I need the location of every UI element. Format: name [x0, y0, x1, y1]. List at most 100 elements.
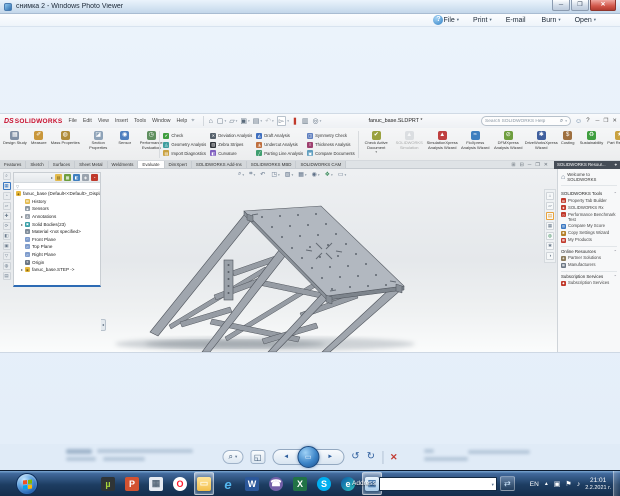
taskbar-app-button[interactable]: O: [170, 472, 190, 495]
user-account-icon[interactable]: ☺: [575, 118, 582, 125]
ribbon-small-button[interactable]: ◮ Undercut Analysis: [256, 141, 303, 148]
search-icon[interactable]: ⌕: [560, 118, 563, 125]
sw-menu-item[interactable]: Help: [177, 118, 188, 124]
ribbon-small-button[interactable]: ╱ Parting Line Analysis: [256, 150, 303, 157]
taskpane-tab-icon[interactable]: ◍: [546, 232, 554, 240]
sw-toolbar-button[interactable]: ◎ ▾: [312, 117, 321, 125]
sw-toolbar-button[interactable]: ▢ ▾: [217, 117, 226, 125]
delete-button[interactable]: ✕: [390, 452, 398, 463]
taskbar-app-button[interactable]: X: [290, 472, 310, 495]
viewer-menu-item[interactable]: Print ▾: [473, 17, 492, 24]
doc-window-control-icon[interactable]: ─: [528, 162, 532, 168]
taskpane-link[interactable]: ◷ Performance Benchmark Test: [561, 212, 617, 222]
ribbon-small-button[interactable]: ◧ Curvature: [210, 150, 252, 157]
chevron-down-icon[interactable]: ▾: [492, 482, 494, 488]
sw-tab[interactable]: Sketch: [26, 161, 49, 168]
next-button[interactable]: ►: [321, 452, 339, 463]
address-input[interactable]: [379, 477, 496, 490]
ribbon-button[interactable]: ◪ Section Properties: [82, 129, 115, 160]
hidden-icons-arrow[interactable]: ▲: [544, 481, 549, 487]
ribbon-button[interactable]: ⊘ DFMXpress Analysis Wizard: [492, 129, 525, 160]
sw-toolbar-button[interactable]: ▣ ▾: [240, 117, 249, 125]
taskpane-link[interactable]: ▤ Property Tab Builder: [561, 198, 617, 203]
ribbon-button[interactable]: ▲ SOLIDWORKS Simulation: [393, 129, 426, 160]
doc-window-control-icon[interactable]: ✕: [544, 162, 548, 168]
start-button[interactable]: [16, 473, 38, 495]
rotate-cw-button[interactable]: ↻: [367, 450, 375, 464]
welcome-link[interactable]: ⌂ Welcome to SOLIDWORKS: [561, 172, 617, 186]
sw-menu-item[interactable]: Window: [152, 118, 170, 124]
clock[interactable]: 21:01 2.2.2021 г.: [585, 477, 611, 491]
sw-menu-item[interactable]: Insert: [115, 118, 128, 124]
taskbar-app-button[interactable]: µ: [98, 472, 118, 495]
sw-minimize-button[interactable]: ─: [596, 118, 600, 124]
viewer-menu-item[interactable]: File ▾: [443, 17, 459, 24]
taskbar-app-button[interactable]: P: [122, 472, 142, 495]
taskpane-link[interactable]: ▥ Compare My Score: [561, 223, 617, 229]
sw-tab[interactable]: Evaluate: [138, 161, 165, 168]
address-input-box[interactable]: ▾: [378, 476, 497, 491]
sw-toolbar-button[interactable]: ▱ ▾: [229, 117, 237, 125]
taskbar-app-button[interactable]: e: [218, 472, 238, 495]
taskpane-link[interactable]: ▦ Manufacturers: [561, 262, 617, 268]
minimize-button[interactable]: ─: [552, 0, 570, 11]
pin-icon[interactable]: ⌖: [615, 161, 617, 169]
ribbon-small-button[interactable]: ▣ Compare Documents: [307, 150, 355, 157]
sw-tab[interactable]: DimXpert: [164, 161, 192, 168]
sw-toolbar-button[interactable]: ↶ ▾: [265, 117, 274, 125]
ribbon-button[interactable]: ≈ FloXpress Analysis Wizard: [459, 129, 492, 160]
doc-window-control-icon[interactable]: ❐: [535, 162, 539, 168]
taskpane-tab-icon[interactable]: ▤: [546, 212, 554, 220]
doc-window-control-icon[interactable]: ⊞: [511, 162, 515, 168]
rotate-ccw-button[interactable]: ↺: [351, 450, 359, 464]
taskpane-tab-icon[interactable]: ▦: [546, 222, 554, 230]
ribbon-button[interactable]: ◉ Sensor: [115, 129, 135, 160]
go-button[interactable]: ⇄: [499, 476, 515, 491]
sw-toolbar-button[interactable]: ❚: [292, 117, 299, 125]
pin-icon[interactable]: ⌖: [191, 118, 194, 125]
ribbon-small-button[interactable]: ≡ Thickness Analysis: [307, 141, 355, 148]
ribbon-button[interactable]: ✱ DriveWorksXpress Wizard: [525, 129, 558, 160]
sw-tab[interactable]: Surfaces: [48, 161, 76, 168]
sw-restore-button[interactable]: ❐: [603, 118, 608, 124]
viewer-menu-item[interactable]: Open ▾: [575, 17, 596, 24]
ribbon-button[interactable]: ▲ SimulationXpress Analysis Wizard: [426, 129, 459, 160]
show-desktop-button[interactable]: [613, 471, 620, 496]
sw-toolbar-button[interactable]: ▥: [302, 117, 310, 125]
taskpane-link[interactable]: ▦ My Products: [561, 237, 617, 243]
slideshow-button[interactable]: ▭: [297, 446, 320, 468]
ribbon-small-button[interactable]: ▤ Import Diagnostics: [163, 150, 206, 157]
doc-window-control-icon[interactable]: ⊟: [520, 162, 524, 168]
ribbon-button[interactable]: ★ Part Reviewer: [605, 129, 620, 160]
viewer-menu-item[interactable]: E-mail: [506, 17, 528, 24]
ribbon-button[interactable]: $ Costing: [558, 129, 578, 160]
taskpane-tab-icon[interactable]: ▱: [546, 202, 554, 210]
sw-toolbar-button[interactable]: ▤ ▾: [253, 117, 262, 125]
ribbon-small-button[interactable]: ◭ Draft Analysis: [256, 132, 303, 139]
taskbar-app-button[interactable]: ▦: [146, 472, 166, 495]
ribbon-button[interactable]: ◍ Mass Properties: [49, 129, 82, 160]
ribbon-small-button[interactable]: ✔ Check: [163, 132, 206, 139]
sw-help-icon[interactable]: ?: [586, 118, 589, 124]
network-icon[interactable]: ▣: [554, 480, 561, 488]
sw-tab[interactable]: SOLIDWORKS CAM: [296, 161, 347, 168]
taskpane-tab-icon[interactable]: ✱: [546, 242, 554, 250]
sw-close-button[interactable]: ✕: [612, 118, 617, 124]
previous-button[interactable]: ◄: [277, 452, 295, 463]
maximize-button[interactable]: ❐: [571, 0, 589, 11]
sw-menu-item[interactable]: File: [69, 118, 77, 124]
sw-menu-item[interactable]: View: [98, 118, 109, 124]
taskbar-app-button[interactable]: S: [314, 472, 334, 495]
sw-tab[interactable]: Weldments: [107, 161, 139, 168]
section-header[interactable]: SOLIDWORKS Tools ⌃: [561, 191, 617, 196]
viewer-titlebar[interactable]: снимка 2 - Windows Photo Viewer ─ ❐ ✕: [0, 0, 620, 14]
ribbon-small-button[interactable]: ◬ Geometry Analysis: [163, 141, 206, 148]
section-header[interactable]: Subscription Services ⌃: [561, 274, 617, 279]
ribbon-small-button[interactable]: ▥ Zebra Stripes: [210, 141, 252, 148]
taskpane-link[interactable]: ✚ SOLIDWORKS Rx: [561, 205, 617, 210]
ribbon-small-button[interactable]: ◫ Symmetry Check: [307, 132, 355, 139]
sw-menu-item[interactable]: Tools: [134, 118, 146, 124]
sw-tab[interactable]: Sheet Metal: [75, 161, 108, 168]
actual-size-button[interactable]: ◱: [250, 450, 266, 464]
sw-tab[interactable]: SOLIDWORKS Add-Ins: [191, 161, 247, 168]
